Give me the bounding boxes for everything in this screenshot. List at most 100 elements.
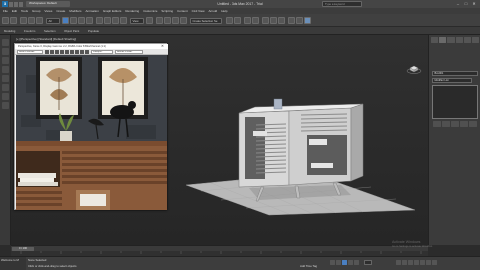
hierarchy-icon[interactable] bbox=[2, 66, 9, 73]
add-time-tag-button[interactable]: Add Time Tag bbox=[300, 264, 317, 268]
menu-item[interactable]: Modifiers bbox=[69, 9, 81, 13]
menu-item[interactable]: Edit bbox=[12, 9, 17, 13]
current-frame-field[interactable] bbox=[364, 260, 372, 265]
area-to-render-dropdown[interactable]: Area to Render bbox=[17, 50, 43, 54]
go-to-start-icon[interactable] bbox=[330, 260, 335, 265]
menu-item[interactable]: Group bbox=[32, 9, 40, 13]
save-file-icon[interactable] bbox=[19, 1, 23, 7]
layer-explorer-icon[interactable] bbox=[244, 17, 251, 24]
reference-coordinate-dropdown[interactable]: View bbox=[130, 17, 144, 24]
search-input[interactable]: Type a keyword bbox=[322, 1, 362, 7]
maximize-viewport-icon[interactable] bbox=[432, 260, 437, 265]
tab-populate[interactable]: Populate bbox=[88, 29, 99, 33]
snaps-toggle-icon[interactable] bbox=[156, 17, 163, 24]
remove-modifier-icon[interactable] bbox=[460, 121, 468, 127]
menu-item[interactable]: Customize bbox=[143, 9, 157, 13]
zoom-all-icon[interactable] bbox=[402, 260, 407, 265]
rendered-frame-window[interactable]: Perspective, frame 0, Display Gamma: 2.2… bbox=[14, 43, 168, 210]
pivot-center-icon[interactable] bbox=[146, 17, 153, 24]
material-editor-icon[interactable] bbox=[278, 17, 285, 24]
open-file-icon[interactable] bbox=[14, 1, 18, 7]
zoom-icon[interactable] bbox=[396, 260, 401, 265]
layer-icon[interactable] bbox=[2, 75, 9, 82]
show-end-result-icon[interactable] bbox=[442, 121, 450, 127]
helpers-icon[interactable] bbox=[2, 102, 9, 109]
named-selection-dropdown[interactable]: Create Selection Se bbox=[190, 17, 222, 24]
maxscript-listener[interactable]: Welcome to M bbox=[0, 257, 26, 270]
cameras-icon[interactable] bbox=[2, 93, 9, 100]
display-icon[interactable] bbox=[2, 48, 9, 55]
viewport-label[interactable]: [+] [Perspective] [Standard] [Default Sh… bbox=[16, 37, 76, 41]
scene-explorer-toggle-icon[interactable] bbox=[2, 39, 9, 46]
selection-filter-dropdown[interactable]: All bbox=[46, 17, 60, 24]
create-tab-icon[interactable] bbox=[431, 37, 439, 43]
auto-region-icon[interactable] bbox=[55, 50, 59, 54]
region-icon[interactable] bbox=[45, 50, 49, 54]
move-icon[interactable] bbox=[96, 17, 103, 24]
next-frame-icon[interactable] bbox=[348, 260, 353, 265]
motion-tab-icon[interactable] bbox=[455, 37, 463, 43]
menu-item[interactable]: Civil View bbox=[192, 9, 205, 13]
scene-explorer-icon[interactable] bbox=[252, 17, 259, 24]
clone-window-icon[interactable] bbox=[75, 50, 79, 54]
modifier-list-dropdown[interactable]: Modifier List bbox=[432, 78, 472, 83]
hierarchy-tab-icon[interactable] bbox=[447, 37, 455, 43]
select-object-icon[interactable] bbox=[62, 17, 69, 24]
render-production-icon[interactable] bbox=[304, 17, 311, 24]
undo-icon[interactable] bbox=[2, 17, 9, 24]
save-image-icon[interactable] bbox=[65, 50, 69, 54]
menu-item[interactable]: Scripting bbox=[161, 9, 173, 13]
copy-image-icon[interactable] bbox=[70, 50, 74, 54]
zoom-extents-icon[interactable] bbox=[408, 260, 413, 265]
tab-selection[interactable]: Selection bbox=[44, 29, 56, 33]
new-file-icon[interactable] bbox=[9, 1, 13, 7]
pin-stack-icon[interactable] bbox=[433, 121, 441, 127]
mirror-icon[interactable] bbox=[226, 17, 233, 24]
menu-item[interactable]: Rendering bbox=[125, 9, 139, 13]
menu-item[interactable]: Arnold bbox=[209, 9, 218, 13]
object-name-field[interactable]: Box001 bbox=[432, 71, 478, 76]
select-by-name-icon[interactable] bbox=[70, 17, 77, 24]
make-unique-icon[interactable] bbox=[451, 121, 459, 127]
menu-item[interactable]: Animation bbox=[86, 9, 99, 13]
redo-icon[interactable] bbox=[10, 17, 17, 24]
bind-space-warp-icon[interactable] bbox=[36, 17, 43, 24]
close-button[interactable]: ✕ bbox=[470, 1, 478, 7]
rectangular-selection-icon[interactable] bbox=[78, 17, 85, 24]
orbit-icon[interactable] bbox=[426, 260, 431, 265]
modify-tab-icon[interactable] bbox=[439, 37, 447, 43]
menu-item[interactable]: Views bbox=[44, 9, 52, 13]
angle-snap-icon[interactable] bbox=[164, 17, 171, 24]
print-icon[interactable] bbox=[80, 50, 84, 54]
menu-item[interactable]: File bbox=[3, 9, 8, 13]
rotate-icon[interactable] bbox=[104, 17, 111, 24]
tab-modeling[interactable]: Modeling bbox=[4, 29, 15, 33]
menu-item[interactable]: Content bbox=[177, 9, 188, 13]
crop-icon[interactable] bbox=[50, 50, 54, 54]
display-tab-icon[interactable] bbox=[463, 37, 471, 43]
scale-icon[interactable] bbox=[112, 17, 119, 24]
schematic-view-icon[interactable] bbox=[270, 17, 277, 24]
render-setup-icon[interactable] bbox=[288, 17, 295, 24]
spinner-snap-icon[interactable] bbox=[180, 17, 187, 24]
menu-item[interactable]: Tools bbox=[21, 9, 28, 13]
pan-view-icon[interactable] bbox=[420, 260, 425, 265]
tab-object-paint[interactable]: Object Paint bbox=[64, 29, 79, 33]
menu-item[interactable]: Create bbox=[56, 9, 65, 13]
field-of-view-icon[interactable] bbox=[414, 260, 419, 265]
menu-item[interactable]: Graph Editors bbox=[103, 9, 122, 13]
curve-editor-icon[interactable] bbox=[262, 17, 269, 24]
link-icon[interactable] bbox=[20, 17, 27, 24]
previous-frame-icon[interactable] bbox=[336, 260, 341, 265]
rendered-frame-window-icon[interactable] bbox=[296, 17, 303, 24]
viewport-dropdown[interactable]: Viewport: bbox=[91, 50, 113, 54]
maximize-button[interactable]: □ bbox=[462, 1, 470, 7]
configure-modifier-sets-icon[interactable] bbox=[469, 121, 477, 127]
tab-freeform[interactable]: Freeform bbox=[24, 29, 35, 33]
placement-icon[interactable] bbox=[120, 17, 127, 24]
utilities-tab-icon[interactable] bbox=[471, 37, 480, 43]
app-logo-icon[interactable]: 3 bbox=[2, 1, 8, 7]
play-icon[interactable] bbox=[342, 260, 347, 265]
filter-icon[interactable] bbox=[2, 57, 9, 64]
render-preset-dropdown[interactable]: Render Preset: bbox=[115, 50, 143, 54]
